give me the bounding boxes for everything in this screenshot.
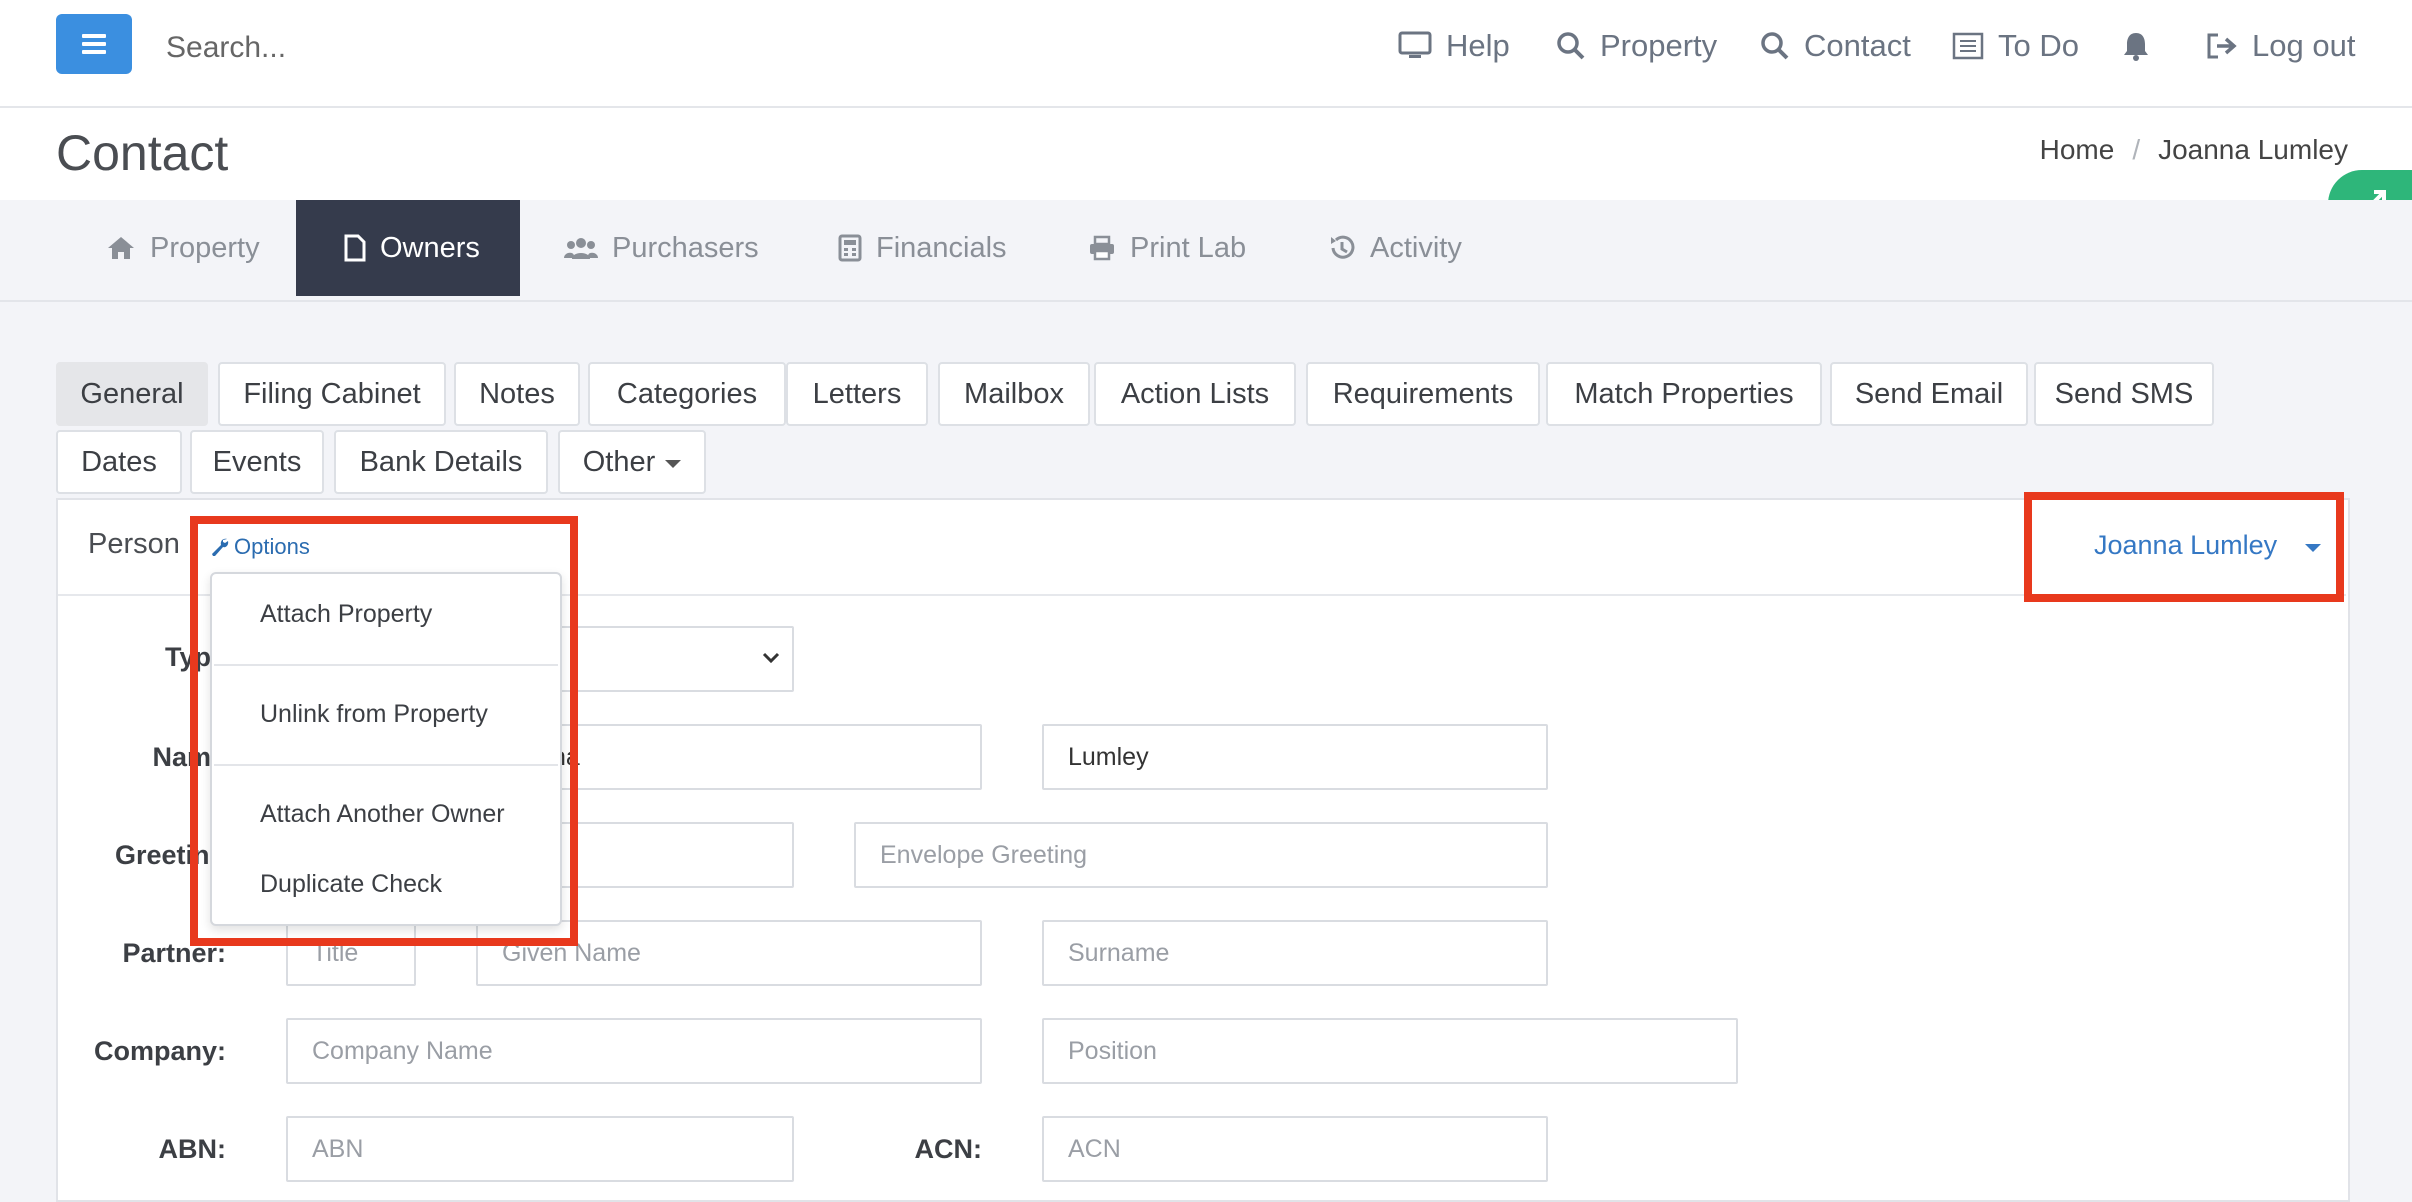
breadcrumb: Home / Joanna Lumley	[2040, 134, 2348, 166]
subtab-general[interactable]: General	[56, 362, 208, 426]
nav-contact[interactable]: Contact	[1760, 24, 1911, 68]
caret-down-icon	[665, 460, 682, 468]
company-name-field[interactable]	[286, 1018, 982, 1084]
tab-activity-label: Activity	[1370, 231, 1462, 264]
tab-financials-label: Financials	[876, 231, 1007, 264]
hamburger-icon-bar	[82, 42, 106, 46]
position-field[interactable]	[1042, 1018, 1738, 1084]
partner-surname-field[interactable]	[1042, 920, 1548, 986]
hamburger-icon	[82, 34, 106, 38]
tab-financials[interactable]: Financials	[790, 200, 1007, 296]
tab-purchasers[interactable]: Purchasers	[516, 200, 759, 296]
hamburger-icon-bar	[82, 50, 106, 54]
list-icon	[1952, 32, 1984, 60]
file-icon	[344, 234, 366, 262]
abn-field[interactable]	[286, 1116, 794, 1182]
logout-icon	[2207, 33, 2237, 59]
nav-todo[interactable]: To Do	[1952, 24, 2079, 68]
subtab-dates[interactable]: Dates	[56, 430, 182, 494]
subtab-filing-cabinet[interactable]: Filing Cabinet	[218, 362, 446, 426]
home-icon	[108, 237, 134, 259]
subtab-notes[interactable]: Notes	[454, 362, 580, 426]
subtab-action-lists[interactable]: Action Lists	[1094, 362, 1296, 426]
breadcrumb-separator: /	[2132, 134, 2141, 165]
bell-icon	[2124, 33, 2148, 61]
search-input[interactable]	[164, 26, 768, 70]
envelope-greeting-field[interactable]	[854, 822, 1548, 888]
tab-owners-label: Owners	[380, 231, 480, 264]
nav-help[interactable]: Help	[1398, 24, 1510, 68]
highlight-box-options	[190, 516, 578, 946]
subtab-send-sms[interactable]: Send SMS	[2034, 362, 2214, 426]
menu-button[interactable]	[56, 14, 132, 74]
search-icon	[1761, 32, 1789, 60]
search-icon	[1557, 32, 1585, 60]
monitor-icon	[1398, 31, 1432, 58]
subtab-send-email[interactable]: Send Email	[1830, 362, 2028, 426]
nav-help-label: Help	[1446, 28, 1510, 63]
history-icon	[1331, 235, 1355, 259]
calculator-icon	[838, 234, 862, 262]
tab-activity[interactable]: Activity	[1280, 200, 1462, 296]
label-company: Company:	[93, 1036, 226, 1066]
nav-logout[interactable]: Log out	[2206, 24, 2355, 68]
notifications-button[interactable]	[2122, 24, 2164, 68]
subtab-match-properties[interactable]: Match Properties	[1546, 362, 1822, 426]
breadcrumb-current: Joanna Lumley	[2158, 134, 2348, 165]
highlight-box-owner	[2024, 492, 2344, 602]
panel-title: Person	[88, 528, 180, 560]
label-abn: ABN:	[158, 1134, 227, 1164]
chevron-down-icon	[762, 652, 780, 664]
subtab-requirements[interactable]: Requirements	[1306, 362, 1540, 426]
label-acn: ACN:	[914, 1134, 983, 1164]
nav-logout-label: Log out	[2252, 28, 2356, 63]
nav-property-label: Property	[1600, 28, 1718, 63]
subtab-letters[interactable]: Letters	[786, 362, 928, 426]
surname-field[interactable]	[1042, 724, 1548, 790]
printer-icon	[1090, 235, 1114, 261]
tab-purchasers-label: Purchasers	[612, 231, 759, 264]
nav-contact-label: Contact	[1804, 28, 1911, 63]
page-title: Contact	[56, 125, 229, 181]
tab-property[interactable]: Property	[56, 200, 298, 296]
breadcrumb-home[interactable]: Home	[2040, 134, 2115, 165]
acn-field[interactable]	[1042, 1116, 1548, 1182]
tab-print-lab-label: Print Lab	[1130, 231, 1247, 264]
nav-todo-label: To Do	[1998, 28, 2079, 63]
tab-owners[interactable]: Owners	[296, 200, 520, 296]
subtab-categories[interactable]: Categories	[588, 362, 786, 426]
tab-property-label: Property	[150, 231, 260, 264]
subtab-other-label: Other	[582, 445, 656, 478]
subtab-other[interactable]: Other	[558, 430, 706, 494]
subtab-events[interactable]: Events	[190, 430, 324, 494]
subtab-bank-details[interactable]: Bank Details	[334, 430, 548, 494]
nav-property[interactable]: Property	[1556, 24, 1717, 68]
tab-print-lab[interactable]: Print Lab	[1040, 200, 1246, 296]
users-icon	[564, 238, 598, 259]
subtab-mailbox[interactable]: Mailbox	[938, 362, 1090, 426]
